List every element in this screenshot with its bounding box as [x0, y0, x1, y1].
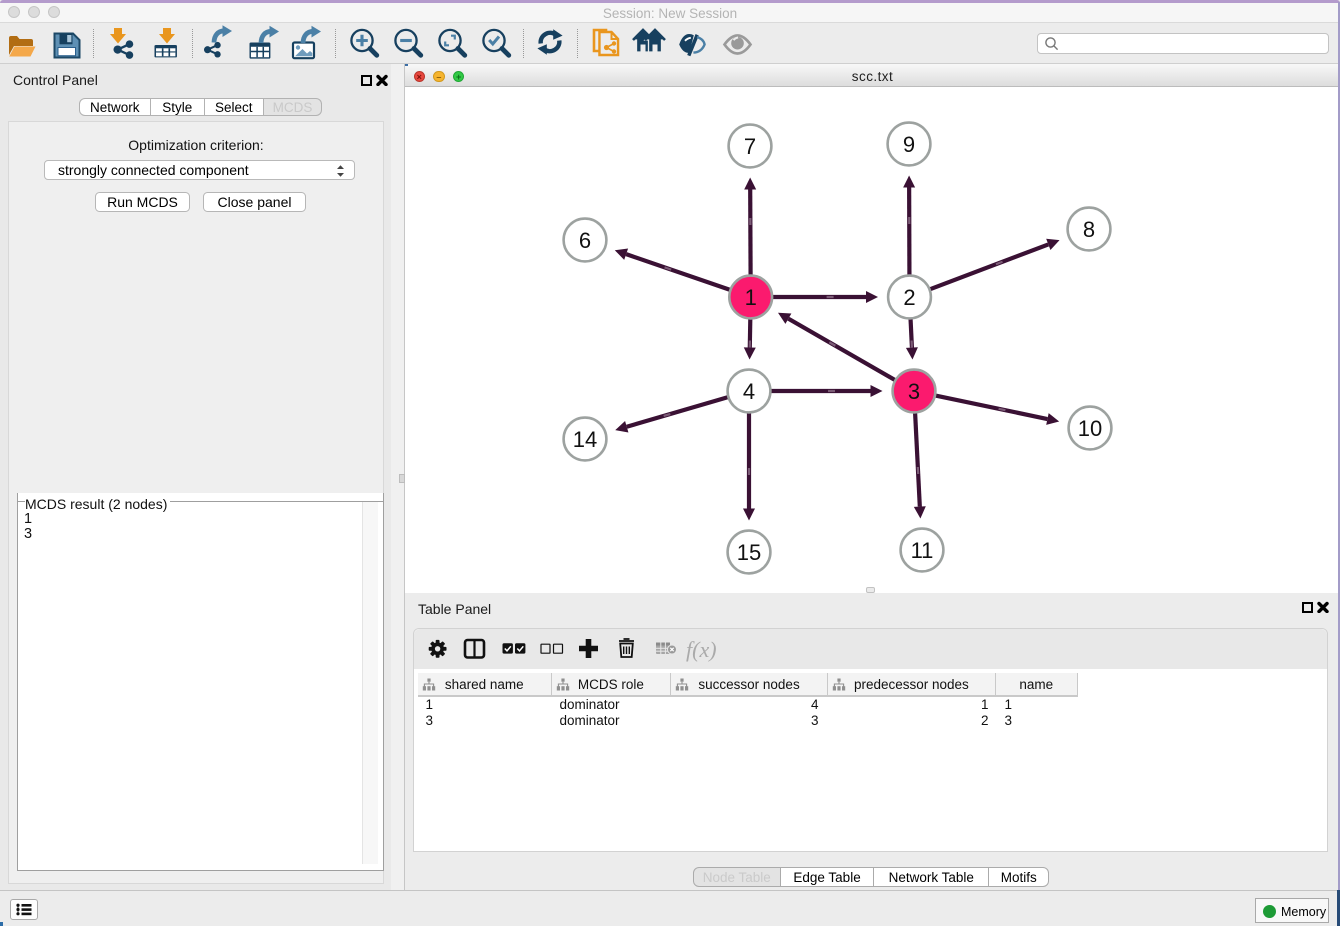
svg-text:8: 8 [1083, 217, 1095, 242]
svg-text:2: 2 [903, 285, 915, 310]
svg-text:6: 6 [579, 228, 591, 253]
svg-text:9: 9 [903, 132, 915, 157]
svg-text:4: 4 [743, 379, 755, 404]
svg-text:14: 14 [573, 427, 597, 452]
svg-text:10: 10 [1078, 416, 1102, 441]
svg-text:11: 11 [911, 538, 934, 563]
svg-text:7: 7 [744, 134, 756, 159]
svg-text:3: 3 [908, 379, 920, 404]
svg-text:15: 15 [737, 540, 761, 565]
svg-text:1: 1 [745, 285, 757, 310]
